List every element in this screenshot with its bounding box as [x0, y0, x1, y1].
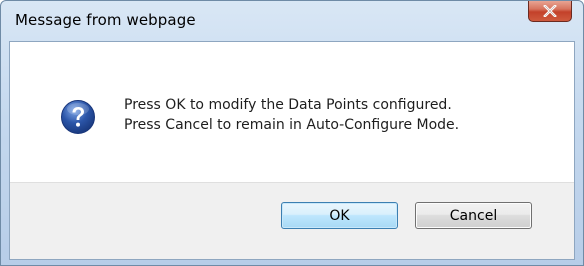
title-bar[interactable]: Message from webpage — [1, 1, 583, 41]
question-icon — [61, 100, 95, 134]
close-button[interactable] — [528, 1, 572, 22]
dialog-client-area: Press OK to modify the Data Points confi… — [9, 41, 575, 260]
window-title: Message from webpage — [15, 11, 196, 29]
close-icon — [543, 5, 557, 17]
cancel-button[interactable]: Cancel — [415, 202, 532, 229]
message-text: Press OK to modify the Data Points confi… — [124, 95, 459, 135]
message-line-2: Press Cancel to remain in Auto-Configure… — [124, 117, 460, 133]
button-bar: OK Cancel — [10, 182, 574, 259]
message-dialog-window: Message from webpage Press OK to modify … — [0, 0, 584, 266]
ok-button[interactable]: OK — [281, 202, 398, 229]
message-line-1: Press OK to modify the Data Points confi… — [124, 97, 452, 113]
message-area: Press OK to modify the Data Points confi… — [10, 42, 574, 182]
